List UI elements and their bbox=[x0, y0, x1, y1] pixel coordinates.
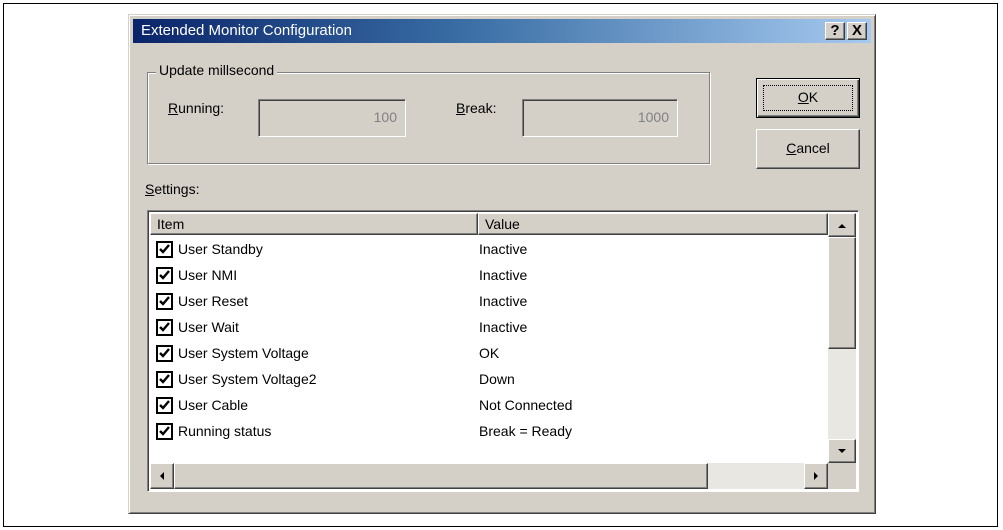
item-value: Inactive bbox=[479, 293, 528, 309]
column-header-value[interactable]: Value bbox=[478, 213, 828, 235]
checkmark-icon bbox=[159, 400, 170, 410]
extended-monitor-configuration-dialog: Extended Monitor Configuration ? X Updat… bbox=[128, 14, 876, 514]
break-field[interactable]: 1000 bbox=[522, 99, 678, 137]
cancel-button[interactable]: Cancel bbox=[756, 129, 860, 169]
checkmark-icon bbox=[159, 270, 170, 280]
item-name: User Wait bbox=[178, 319, 239, 335]
settings-label: Settings: bbox=[145, 181, 200, 197]
group-label: Update millsecond bbox=[156, 62, 278, 78]
checkbox[interactable] bbox=[156, 371, 173, 388]
checkbox[interactable] bbox=[156, 397, 173, 414]
scroll-up-button[interactable] bbox=[828, 213, 856, 237]
list-item[interactable]: Running status Break = Ready bbox=[150, 419, 826, 445]
scroll-up-arrow-icon bbox=[838, 224, 846, 228]
list-header: Item Value bbox=[150, 213, 828, 235]
list-item[interactable]: User Standby Inactive bbox=[150, 237, 826, 263]
item-name: Running status bbox=[178, 423, 272, 439]
checkmark-icon bbox=[159, 322, 170, 332]
checkmark-icon bbox=[159, 426, 170, 436]
running-label: Running: bbox=[168, 100, 225, 116]
list-item[interactable]: User Reset Inactive bbox=[150, 289, 826, 315]
item-value: Inactive bbox=[479, 267, 528, 283]
checkmark-icon bbox=[159, 348, 170, 358]
checkmark-icon bbox=[159, 296, 170, 306]
column-header-item[interactable]: Item bbox=[150, 213, 478, 235]
checkbox[interactable] bbox=[156, 293, 173, 310]
list-item[interactable]: User NMI Inactive bbox=[150, 263, 826, 289]
item-value: Inactive bbox=[479, 319, 528, 335]
checkmark-icon bbox=[159, 374, 170, 384]
horizontal-scrollbar[interactable] bbox=[150, 463, 828, 489]
checkbox[interactable] bbox=[156, 241, 173, 258]
list-item[interactable]: User System Voltage2 Down bbox=[150, 367, 826, 393]
list-item[interactable]: User Wait Inactive bbox=[150, 315, 826, 341]
item-name: User System Voltage2 bbox=[178, 371, 317, 387]
checkbox[interactable] bbox=[156, 319, 173, 336]
checkmark-icon bbox=[159, 244, 170, 254]
scroll-down-arrow-icon bbox=[838, 449, 846, 453]
break-label: Break: bbox=[456, 100, 497, 116]
list-item[interactable]: User Cable Not Connected bbox=[150, 393, 826, 419]
vertical-scrollbar[interactable] bbox=[828, 213, 856, 463]
horizontal-scroll-thumb[interactable] bbox=[174, 463, 708, 489]
item-name: User NMI bbox=[178, 267, 238, 283]
close-icon: X bbox=[851, 22, 862, 39]
checkbox[interactable] bbox=[156, 345, 173, 362]
help-button[interactable]: ? bbox=[825, 22, 845, 40]
vertical-scroll-thumb[interactable] bbox=[828, 237, 856, 349]
scroll-corner bbox=[828, 463, 856, 489]
scroll-left-arrow-icon bbox=[160, 472, 164, 480]
item-name: User Cable bbox=[178, 397, 249, 413]
item-value: Inactive bbox=[479, 241, 528, 257]
scroll-right-button[interactable] bbox=[804, 463, 828, 489]
update-millsecond-group: Update millsecond Running: 100 Break: 10… bbox=[147, 62, 710, 164]
ok-button[interactable]: OK bbox=[756, 78, 860, 118]
checkbox[interactable] bbox=[156, 267, 173, 284]
item-name: User Reset bbox=[178, 293, 249, 309]
dialog-title: Extended Monitor Configuration bbox=[141, 22, 352, 39]
item-value: Not Connected bbox=[479, 397, 573, 413]
item-value: Break = Ready bbox=[479, 423, 572, 439]
scroll-down-button[interactable] bbox=[828, 439, 856, 463]
settings-list[interactable]: Item Value User Standby Inactive User NMI I… bbox=[147, 210, 859, 492]
scroll-left-button[interactable] bbox=[150, 463, 174, 489]
checkbox[interactable] bbox=[156, 423, 173, 440]
item-name: User System Voltage bbox=[178, 345, 309, 361]
item-name: User Standby bbox=[178, 241, 263, 257]
item-value: OK bbox=[479, 345, 500, 361]
close-button[interactable]: X bbox=[847, 22, 867, 40]
list-item[interactable]: User System Voltage OK bbox=[150, 341, 826, 367]
item-value: Down bbox=[479, 371, 515, 387]
scroll-right-arrow-icon bbox=[814, 472, 818, 480]
help-icon: ? bbox=[830, 22, 840, 39]
title-bar[interactable]: Extended Monitor Configuration ? X bbox=[133, 19, 871, 43]
running-field[interactable]: 100 bbox=[258, 99, 406, 137]
